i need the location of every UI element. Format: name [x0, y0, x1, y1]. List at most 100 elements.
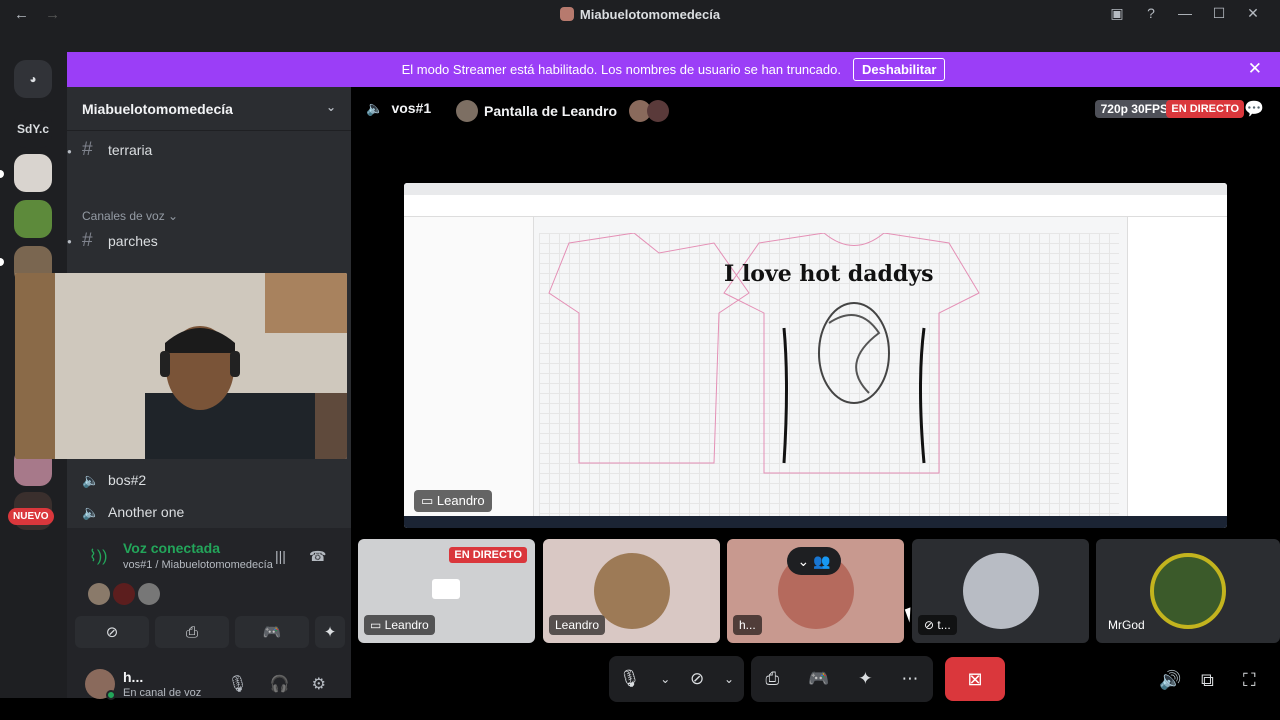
disconnect-button[interactable]: ⊠	[945, 657, 1005, 701]
shared-app-toolbar	[404, 195, 1227, 217]
signal-icon: ⌇))	[89, 548, 108, 565]
activity-controls: ⎙ 🎮 ✦ ⋯	[751, 656, 933, 702]
camera-off-button[interactable]: ⊘	[75, 616, 149, 648]
participant-tile[interactable]: ⌄ 👥 h...	[727, 539, 904, 643]
media-controls: 🎙 ⌄ ⊘ ⌄	[609, 656, 744, 702]
window-title: Miabuelotomomedecía	[0, 7, 1280, 22]
avatar[interactable]	[88, 583, 110, 605]
user-panel: h... En canal de voz 🎙 🎧 ⚙	[67, 654, 351, 700]
streamer-banner: El modo Streamer está habilitado. Los no…	[67, 52, 1280, 87]
screen-share-icon[interactable]: ⎙	[765, 669, 779, 689]
speaker-icon: 🔈	[82, 471, 100, 488]
fullscreen-icon[interactable]: ⛶	[1243, 670, 1256, 691]
close-window-icon[interactable]: ✕	[1236, 5, 1270, 22]
unread-dot: ●	[67, 147, 72, 156]
screen-icon	[432, 579, 460, 599]
chevron-down-icon[interactable]: ⌄	[326, 100, 336, 114]
participant-tile[interactable]: ⊘ t...	[912, 539, 1089, 643]
participant-name: h...	[733, 615, 762, 635]
live-badge: EN DIRECTO	[1166, 100, 1244, 118]
shared-window-titlebar	[404, 183, 1227, 195]
avatar	[1150, 553, 1226, 629]
voice-status-panel: ⌇)) Voz conectada vos#1 / Miabuelotomome…	[67, 528, 351, 654]
shirt-design-text: I love hot daddys	[724, 261, 934, 287]
shared-layers-panel	[1127, 217, 1227, 517]
avatar	[456, 100, 478, 122]
voice-connected-title[interactable]: Voz conectada	[123, 540, 220, 556]
help-icon[interactable]: ?	[1134, 5, 1168, 22]
chevron-down-icon[interactable]: ⌄	[724, 672, 734, 686]
participant-name: ⊘ t...	[918, 615, 957, 635]
participant-tiles: EN DIRECTO ▭ Leandro Leandro ⌄ 👥 h... ⊘ …	[358, 539, 1280, 643]
unread-dot: ●	[67, 237, 72, 246]
channel-terraria[interactable]: # terraria	[82, 137, 152, 163]
headphones-icon[interactable]: 🎧	[270, 674, 290, 694]
more-icon[interactable]: ⋯	[901, 669, 918, 689]
server-icon	[559, 7, 574, 21]
stage-header: 🔈 vos#1 Pantalla de Leandro 720p 30FPS EN…	[351, 96, 1280, 124]
shared-app-panel	[404, 217, 534, 517]
disable-button[interactable]: Deshabilitar	[852, 58, 946, 81]
chevron-down-icon[interactable]: ⌄	[660, 672, 670, 686]
voice-channel-bos2[interactable]: 🔈 bos#2	[82, 467, 146, 493]
inbox-icon[interactable]: ▣	[1100, 5, 1134, 22]
new-badge: NUEVO	[8, 508, 54, 525]
live-badge: EN DIRECTO	[449, 547, 527, 563]
gamepad-icon[interactable]: 🎮	[808, 669, 829, 689]
voice-category[interactable]: Canales de voz ⌄	[82, 209, 178, 223]
soundboard-button[interactable]: ✦	[315, 616, 345, 648]
close-icon[interactable]: ✕	[1248, 59, 1262, 79]
camera-off-icon: ⊘	[924, 618, 938, 632]
screen-share-title: Pantalla de Leandro	[456, 100, 675, 122]
user-controls: 🎙 🎧 ⚙	[227, 674, 326, 694]
shared-taskbar	[404, 516, 1227, 528]
voice-stage: 🔈 vos#1 Pantalla de Leandro 720p 30FPS EN…	[351, 87, 1280, 702]
call-controls: 🎙 ⌄ ⊘ ⌄ ⎙ 🎮 ✦ ⋯ ⊠ 🔊 ⧉ ⛶	[351, 656, 1280, 706]
avatar[interactable]	[113, 583, 135, 605]
window-controls: ▣ ? — ☐ ✕	[1100, 5, 1270, 22]
disconnect-icon[interactable]: ☎	[309, 548, 326, 565]
microphone-icon[interactable]: 🎙	[619, 669, 641, 689]
chat-bubble-icon[interactable]: 💬	[1244, 99, 1264, 119]
server-header[interactable]: Miabuelotomomedecía ⌄	[67, 87, 351, 131]
avatar[interactable]	[138, 583, 160, 605]
channel-parches[interactable]: # parches	[82, 228, 158, 254]
popout-icon[interactable]: ⧉	[1201, 670, 1214, 691]
hash-icon: #	[82, 139, 93, 160]
user-status: En canal de voz	[123, 687, 202, 699]
unread-pill	[0, 170, 4, 178]
participant-tile[interactable]: Leandro	[543, 539, 720, 643]
voice-channel-title: 🔈 vos#1	[366, 100, 432, 116]
expand-users-icon[interactable]: ⌄ 👥	[787, 547, 841, 575]
soundboard-icon[interactable]: ✦	[858, 669, 872, 689]
screen-icon: ▭	[421, 493, 437, 508]
participant-tile[interactable]: MrGod	[1096, 539, 1280, 643]
server-cat-icon[interactable]	[14, 154, 52, 192]
voice-channel-another-one[interactable]: 🔈 Another one	[82, 499, 184, 525]
webcam-popout[interactable]	[15, 273, 347, 459]
camera-off-icon[interactable]: ⊘	[690, 669, 704, 689]
gear-icon[interactable]: ⚙	[312, 674, 326, 694]
speaker-icon: 🔈	[82, 503, 100, 520]
banner-text: El modo Streamer está habilitado. Los no…	[401, 62, 841, 77]
minimize-icon[interactable]: —	[1168, 5, 1202, 22]
microphone-icon[interactable]: 🎙	[227, 674, 247, 694]
voice-connected-subtitle[interactable]: vos#1 / Miabuelotomomedecía	[123, 559, 273, 571]
participant-tile[interactable]: EN DIRECTO ▭ Leandro	[358, 539, 535, 643]
discord-home-icon[interactable]: ◕	[14, 60, 52, 98]
screen-share-button[interactable]: ⎙	[155, 616, 229, 648]
server-sdy[interactable]: SdY.c	[14, 110, 52, 148]
username[interactable]: h...	[123, 669, 143, 685]
viewer-avatar[interactable]	[646, 100, 669, 122]
avatar	[962, 553, 1039, 629]
volume-icon[interactable]: 🔊	[1159, 670, 1181, 691]
quality-badge: 720p 30FPS	[1094, 100, 1174, 118]
soundboard-wave-icon[interactable]: |||	[275, 548, 286, 564]
speaker-icon: 🔈	[366, 100, 384, 116]
online-status-dot	[106, 690, 116, 700]
activities-button[interactable]: 🎮	[235, 616, 309, 648]
screen-share-video[interactable]: I love hot daddys ▭ Leandro	[404, 183, 1227, 528]
server-minecraft-icon[interactable]	[14, 200, 52, 238]
maximize-icon[interactable]: ☐	[1202, 5, 1236, 22]
participant-name: ▭ Leandro	[364, 615, 435, 635]
